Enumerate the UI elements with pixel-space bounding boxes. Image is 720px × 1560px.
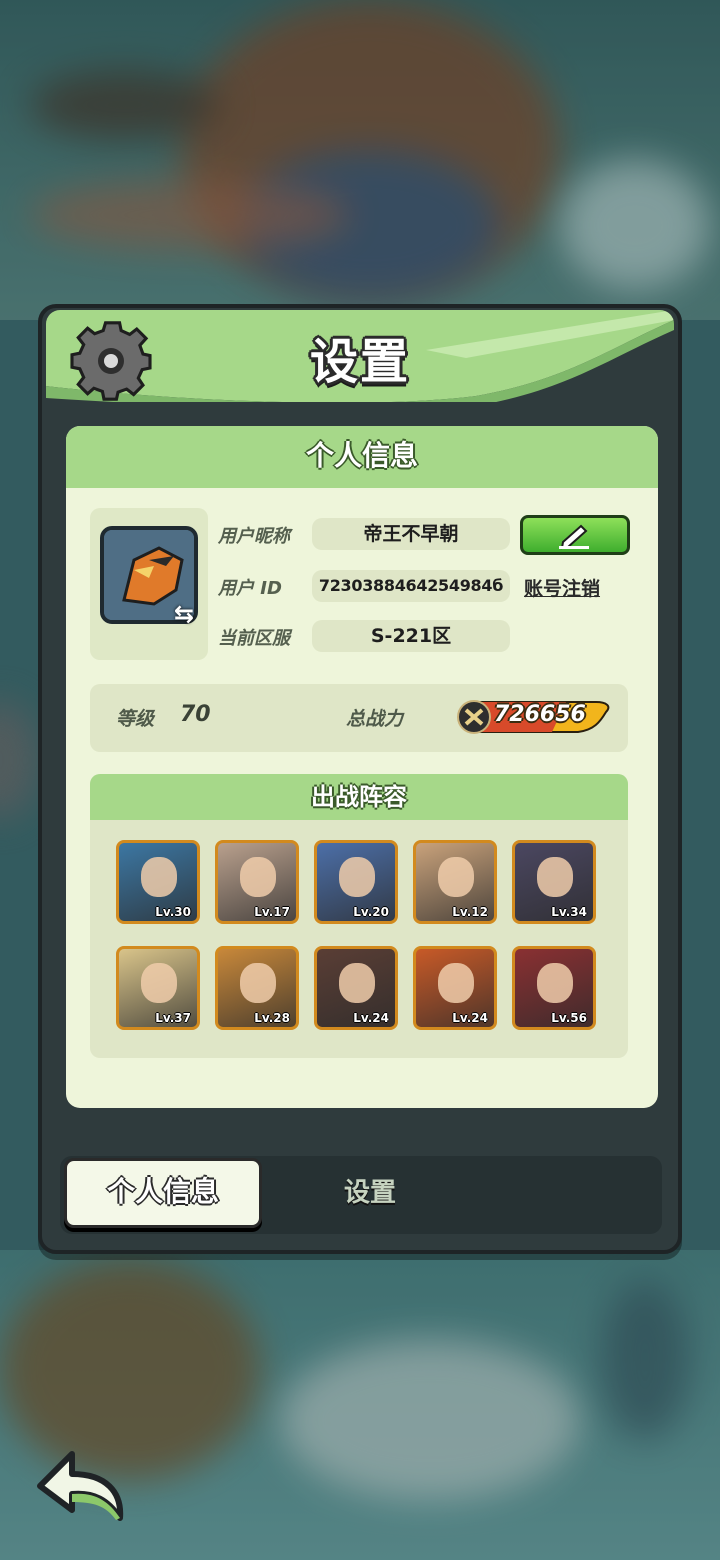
panel-title: 设置 bbox=[309, 334, 410, 390]
tab-personal-info[interactable]: 个人信息 bbox=[64, 1158, 262, 1228]
hero-face-icon bbox=[141, 857, 177, 897]
swap-avatar-icon[interactable]: ⇆ bbox=[174, 600, 202, 628]
nickname-label: 用户昵称 bbox=[218, 526, 290, 547]
hero-level: Lv.28 bbox=[254, 1011, 290, 1025]
hero-portrait[interactable]: Lv.12 bbox=[413, 840, 497, 924]
hero-level: Lv.17 bbox=[254, 905, 290, 919]
id-label: 用户 ID bbox=[218, 578, 282, 599]
hero-face-icon bbox=[240, 857, 276, 897]
back-arrow-icon[interactable] bbox=[36, 1448, 128, 1524]
edit-nickname-button[interactable] bbox=[520, 515, 630, 555]
server-field: S-221区 bbox=[312, 620, 510, 652]
hero-face-icon bbox=[240, 963, 276, 1003]
hero-portrait[interactable]: Lv.30 bbox=[116, 840, 200, 924]
hero-level: Lv.34 bbox=[551, 905, 587, 919]
power-badge: 726656 bbox=[456, 698, 612, 736]
hero-portrait[interactable]: Lv.24 bbox=[413, 946, 497, 1030]
hero-face-icon bbox=[537, 857, 573, 897]
hero-face-icon bbox=[339, 963, 375, 1003]
nickname-field: 帝王不早朝 bbox=[312, 518, 510, 550]
power-value: 726656 bbox=[494, 702, 586, 727]
tab-settings[interactable]: 设置 bbox=[310, 1172, 430, 1209]
tab-bar: 个人信息 设置 bbox=[60, 1156, 662, 1234]
hero-portrait[interactable]: Lv.20 bbox=[314, 840, 398, 924]
server-label: 当前区服 bbox=[218, 628, 290, 649]
level-value: 70 bbox=[180, 702, 211, 727]
level-label: 等级 bbox=[116, 708, 155, 730]
hero-portrait[interactable]: Lv.28 bbox=[215, 946, 299, 1030]
hero-level: Lv.20 bbox=[353, 905, 389, 919]
hero-level: Lv.56 bbox=[551, 1011, 587, 1025]
hero-portrait[interactable]: Lv.24 bbox=[314, 946, 398, 1030]
hero-level: Lv.30 bbox=[155, 905, 191, 919]
user-id-field: 7230388464254984б bbox=[312, 570, 510, 602]
section-title: 个人信息 bbox=[66, 426, 658, 488]
lineup-panel: 出战阵容 Lv.30 Lv.17 Lv.20 Lv.12 Lv.34 Lv.37 Lv.28… bbox=[90, 774, 628, 1058]
stats-bar: 等级 70 总战力 726656 bbox=[90, 684, 628, 752]
hero-face-icon bbox=[339, 857, 375, 897]
hero-face-icon bbox=[537, 963, 573, 1003]
hero-face-icon bbox=[141, 963, 177, 1003]
hero-portrait[interactable]: Lv.56 bbox=[512, 946, 596, 1030]
personal-info-card: 个人信息 ⇆ 用户昵称 帝王不早朝 用户 ID 7230388464254984… bbox=[66, 426, 658, 1108]
lineup-title: 出战阵容 bbox=[90, 774, 628, 820]
hero-face-icon bbox=[438, 963, 474, 1003]
panel-header: 设置 bbox=[46, 310, 674, 402]
hero-portrait[interactable]: Lv.37 bbox=[116, 946, 200, 1030]
settings-panel: 设置 个人信息 ⇆ 用户昵称 帝王不早朝 用户 ID 7230388464254… bbox=[38, 304, 682, 1254]
hero-level: Lv.12 bbox=[452, 905, 488, 919]
power-label: 总战力 bbox=[346, 708, 404, 730]
hero-face-icon bbox=[438, 857, 474, 897]
hero-portrait[interactable]: Lv.34 bbox=[512, 840, 596, 924]
hero-level: Lv.24 bbox=[353, 1011, 389, 1025]
cancel-account-link[interactable]: 账号注销 bbox=[524, 574, 600, 601]
hero-portrait[interactable]: Lv.17 bbox=[215, 840, 299, 924]
hero-level: Lv.24 bbox=[452, 1011, 488, 1025]
hero-level: Lv.37 bbox=[155, 1011, 191, 1025]
avatar-frame: ⇆ bbox=[90, 508, 208, 660]
